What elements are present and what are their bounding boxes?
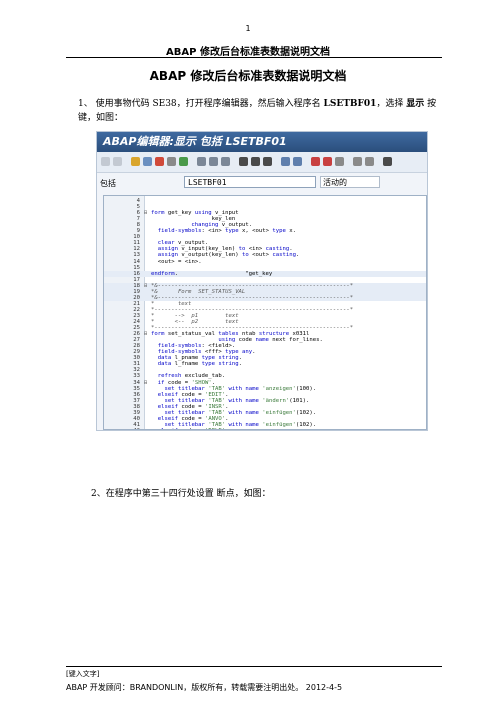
back-icon[interactable]	[101, 157, 110, 166]
step1-tcode: SE38	[152, 99, 177, 109]
step1-button: 显示	[406, 99, 425, 109]
insert-icon[interactable]	[281, 157, 290, 166]
toolbar	[97, 152, 427, 173]
status-field: 活动的	[320, 176, 380, 188]
window-title: ABAP编辑器:显示 包括 LSETBF01	[97, 132, 427, 152]
find-next-icon[interactable]	[263, 157, 272, 166]
test-icon[interactable]	[179, 157, 188, 166]
header-title: ABAP 修改后台标准表数据说明文档	[166, 47, 330, 58]
include-field[interactable]: LSETBF01	[184, 176, 316, 188]
step1-text-c: ，选择	[376, 99, 407, 109]
code-editor[interactable]: 4 5 6 ⊟ form get_key using v_input 7 key_len 8…	[103, 195, 427, 430]
pattern-icon[interactable]	[335, 157, 344, 166]
other-object-icon[interactable]	[143, 157, 152, 166]
step1-program: LSETBF01	[323, 99, 377, 109]
sap-editor-screenshot: ABAP编辑器:显示 包括 LSETBF01 包括 LSETBF01 活动的 4…	[96, 131, 428, 431]
object-list-icon[interactable]	[209, 157, 218, 166]
where-used-icon[interactable]	[197, 157, 206, 166]
page-number: 1	[245, 24, 251, 33]
forward-icon[interactable]	[113, 157, 122, 166]
include-label: 包括	[100, 179, 116, 188]
breakpoint-icon[interactable]	[311, 157, 320, 166]
navigation-icon[interactable]	[221, 157, 230, 166]
code-text: elseif code = 'DELE'.	[151, 428, 229, 429]
info-icon[interactable]	[293, 157, 302, 166]
step-1-paragraph: 1、 使用事物代码 SE38，打开程序编辑器，然后输入程序名 LSETBF01，…	[78, 97, 438, 125]
help-icon[interactable]	[383, 157, 392, 166]
find-icon[interactable]	[251, 157, 260, 166]
activate-icon[interactable]	[167, 157, 176, 166]
footer-rule	[66, 666, 442, 667]
document-title: ABAP 修改后台标准表数据说明文档	[149, 69, 347, 83]
footer-insert-text: [键入文字]	[66, 670, 100, 678]
step1-text-a: 1、 使用事物代码	[78, 99, 153, 109]
header-rule	[66, 57, 442, 58]
footer-text: ABAP 开发顾问：BRANDONLIN，版权所有，转载需要注明出处。 2012…	[66, 683, 343, 692]
check-icon[interactable]	[155, 157, 164, 166]
step-2-paragraph: 2、在程序中第三十四行处设置 断点，如图：	[91, 489, 271, 499]
upload-icon[interactable]	[365, 157, 374, 166]
code-line: 42 elseif code = 'DELE'.	[104, 428, 426, 429]
include-row: 包括 LSETBF01 活动的	[97, 172, 427, 192]
line-number[interactable]: 42	[118, 428, 140, 429]
display-change-icon[interactable]	[131, 157, 140, 166]
pretty-printer-icon[interactable]	[353, 157, 362, 166]
session-breakpoint-icon[interactable]	[323, 157, 332, 166]
step1-text-b: ，打开程序编辑器，然后输入程序名	[176, 99, 324, 109]
print-icon[interactable]	[239, 157, 248, 166]
